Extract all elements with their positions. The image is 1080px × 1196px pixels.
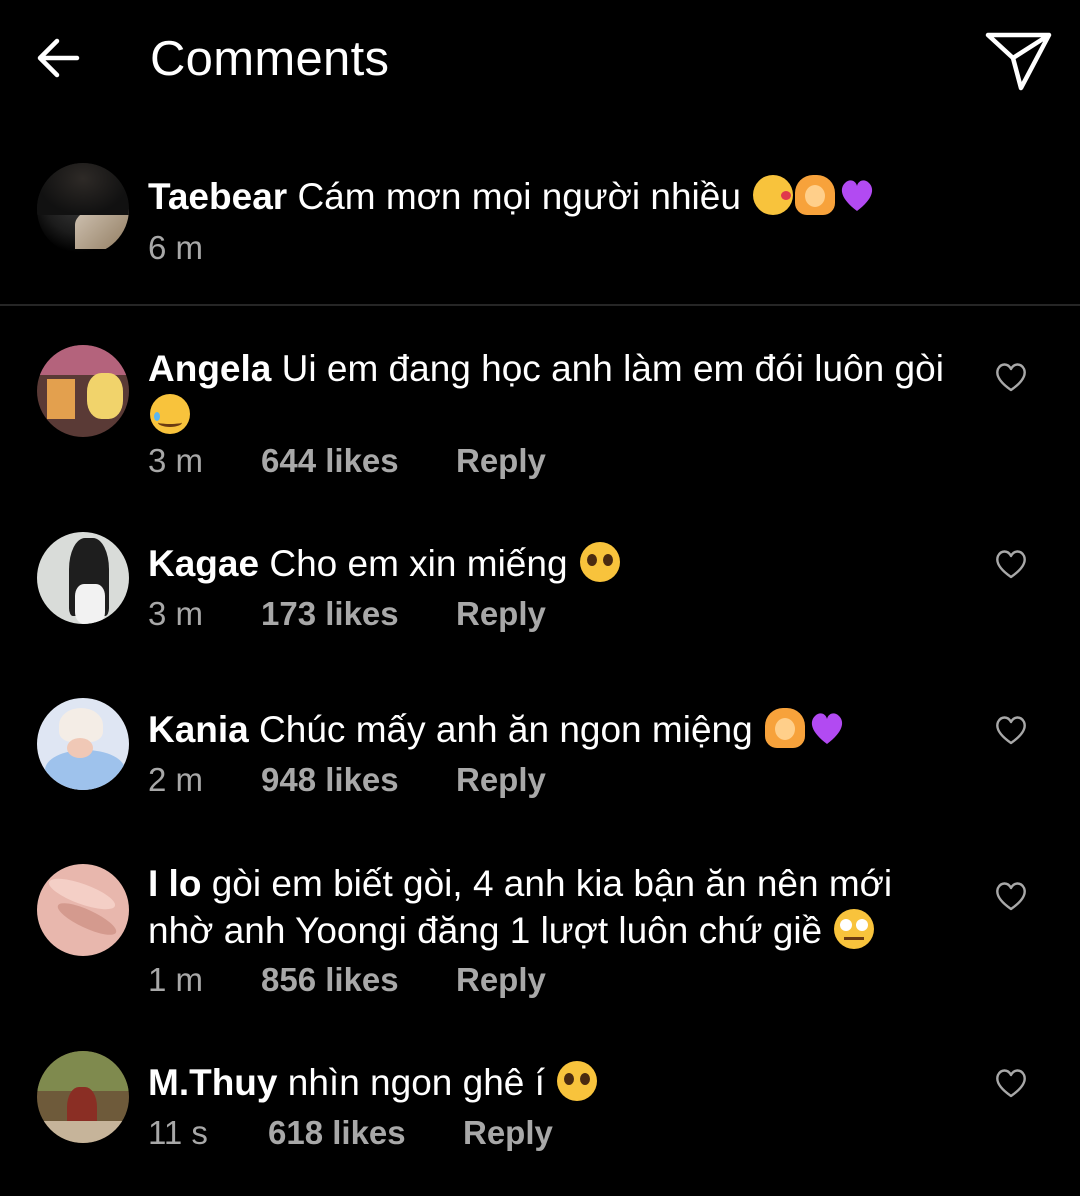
heart-outline-icon	[996, 882, 1026, 911]
avatar[interactable]	[37, 1051, 129, 1143]
back-button[interactable]	[30, 30, 86, 86]
comment-text: Kania Chúc mấy anh ăn ngon miệng	[148, 706, 948, 753]
caption-body: Cám mơn mọi người nhiều	[297, 176, 741, 217]
pleading-face-emoji-icon	[557, 1061, 598, 1101]
comment-body: Cho em xin miếng	[269, 543, 568, 584]
share-button[interactable]	[982, 26, 1056, 96]
comment-username[interactable]: Angela	[148, 348, 271, 389]
page-title: Comments	[150, 32, 390, 86]
heart-outline-icon	[996, 1069, 1026, 1098]
smiling-face-with-tear-emoji-icon	[150, 394, 190, 434]
comment-body: gòi em biết gòi, 4 anh kia bận ăn nên mớ…	[148, 863, 893, 951]
comment-text: Angela Ui em đang học anh làm em đói luô…	[148, 345, 948, 439]
caption-text: Taebear Cám mơn mọi người nhiều	[148, 173, 948, 220]
comment-time: 2 m	[148, 761, 204, 798]
comment-text: M.Thuy nhìn ngon ghê í	[148, 1059, 948, 1106]
avatar[interactable]	[37, 698, 129, 790]
like-button[interactable]	[990, 357, 1032, 397]
avatar[interactable]	[37, 864, 129, 956]
comment-username[interactable]: I lo	[148, 863, 201, 904]
comment-meta: 11 s 618 likes Reply	[148, 1113, 553, 1153]
like-button[interactable]	[990, 1063, 1032, 1103]
caption-meta: 6 m	[148, 228, 261, 268]
like-count[interactable]: 644 likes	[261, 441, 456, 481]
like-button[interactable]	[990, 544, 1032, 584]
person-gesturing-ok-emoji-icon	[764, 708, 805, 748]
comment-username[interactable]: Kania	[148, 709, 249, 750]
like-count[interactable]: 948 likes	[261, 760, 456, 800]
reply-button[interactable]: Reply	[456, 594, 546, 634]
comment-text: Kagae Cho em xin miếng	[148, 540, 948, 587]
comment-meta: 3 m 644 likes Reply	[148, 441, 546, 481]
caption-username[interactable]: Taebear	[148, 176, 287, 217]
reply-button[interactable]: Reply	[456, 441, 546, 481]
avatar[interactable]	[37, 345, 129, 437]
top-bar: Comments	[0, 0, 1080, 118]
divider	[0, 304, 1080, 306]
kissing-heart-emoji-icon	[753, 175, 794, 215]
person-gesturing-ok-emoji-icon	[795, 175, 836, 215]
face-with-rolling-eyes-emoji-icon	[834, 909, 875, 949]
like-count[interactable]: 856 likes	[261, 960, 456, 1000]
comment-body: Ui em đang học anh làm em đói luôn gòi	[281, 348, 944, 389]
like-button[interactable]	[990, 710, 1032, 750]
avatar[interactable]	[37, 532, 129, 624]
reply-button[interactable]: Reply	[456, 760, 546, 800]
comment-username[interactable]: M.Thuy	[148, 1062, 277, 1103]
reply-button[interactable]: Reply	[463, 1113, 553, 1153]
caption-time: 6 m	[148, 229, 204, 266]
purple-heart-emoji-icon	[807, 708, 847, 748]
comment-body: Chúc mấy anh ăn ngon miệng	[259, 709, 753, 750]
comment-meta: 2 m 948 likes Reply	[148, 760, 546, 800]
comment-time: 3 m	[148, 442, 204, 479]
comment-time: 1 m	[148, 961, 204, 998]
arrow-left-icon	[37, 38, 80, 78]
heart-outline-icon	[996, 716, 1026, 745]
pleading-face-emoji-icon	[579, 542, 620, 582]
comment-username[interactable]: Kagae	[148, 543, 259, 584]
paper-plane-icon	[985, 32, 1052, 91]
comment-meta: 3 m 173 likes Reply	[148, 594, 546, 634]
comment-time: 11 s	[148, 1114, 208, 1151]
comment-meta: 1 m 856 likes Reply	[148, 960, 546, 1000]
comment-text: I lo gòi em biết gòi, 4 anh kia bận ăn n…	[148, 860, 948, 954]
purple-heart-emoji-icon	[837, 175, 877, 215]
like-count[interactable]: 173 likes	[261, 594, 456, 634]
like-count[interactable]: 618 likes	[268, 1113, 463, 1153]
like-button[interactable]	[990, 876, 1032, 916]
heart-outline-icon	[996, 550, 1026, 579]
reply-button[interactable]: Reply	[456, 960, 546, 1000]
avatar[interactable]	[37, 163, 129, 255]
heart-outline-icon	[996, 363, 1026, 392]
comment-body: nhìn ngon ghê í	[287, 1062, 545, 1103]
comment-time: 3 m	[148, 595, 204, 632]
